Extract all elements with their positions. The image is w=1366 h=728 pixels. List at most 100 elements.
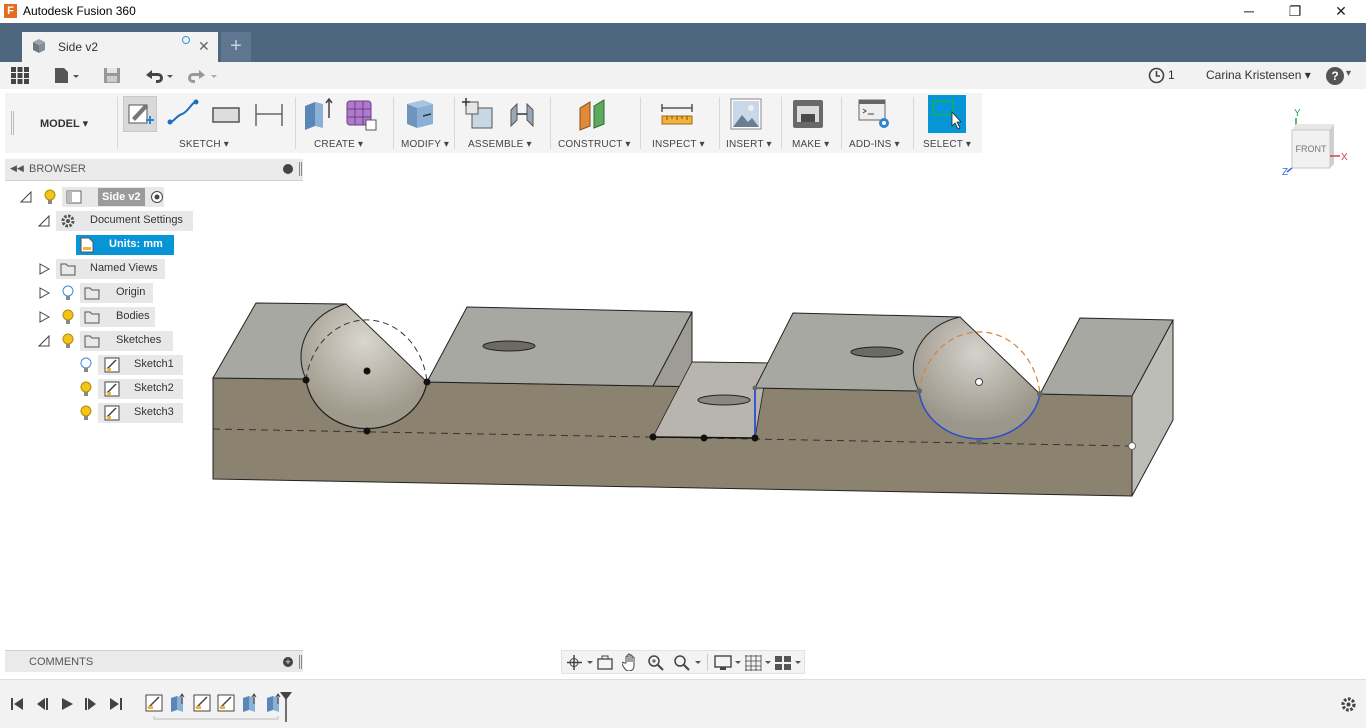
maximize-button[interactable]: ❐: [1272, 0, 1318, 23]
add-comment-icon[interactable]: +: [283, 657, 293, 667]
window-select-icon[interactable]: [928, 95, 966, 133]
modify-group-label[interactable]: MODIFY ▾: [401, 139, 449, 150]
display-settings-icon[interactable]: [714, 654, 742, 671]
collapse-arrow-icon[interactable]: [38, 335, 50, 347]
addins-group-label[interactable]: ADD-INS ▾: [849, 139, 900, 150]
minimize-button[interactable]: ─: [1226, 0, 1272, 23]
browser-item-units[interactable]: Units: mm: [76, 235, 174, 255]
job-count[interactable]: 1: [1168, 68, 1175, 82]
workspace-switcher[interactable]: MODEL ▾: [40, 117, 88, 130]
scripts-addins-icon[interactable]: [858, 96, 892, 132]
create-group-label[interactable]: CREATE ▾: [314, 139, 363, 150]
offset-plane-icon[interactable]: [576, 96, 610, 132]
help-icon[interactable]: ?: [1326, 67, 1344, 85]
expand-arrow-icon[interactable]: [38, 263, 50, 275]
measure-icon[interactable]: [660, 96, 694, 132]
sketch1-label: Sketch1: [134, 358, 174, 370]
timeline-step-forward-icon[interactable]: [84, 697, 98, 711]
save-icon[interactable]: [103, 67, 121, 84]
collapse-arrow-icon[interactable]: [38, 215, 50, 227]
hole-slot[interactable]: [697, 394, 751, 406]
data-panel-grid-icon[interactable]: [11, 67, 29, 84]
browser-grip-handle[interactable]: [299, 162, 302, 176]
document-tab[interactable]: Side v2 ✕: [22, 32, 218, 62]
joint-icon[interactable]: [505, 96, 539, 132]
visibility-bulb-icon[interactable]: [44, 189, 56, 205]
timeline-step-back-icon[interactable]: [35, 697, 49, 711]
undo-icon[interactable]: [143, 67, 175, 84]
sketch-dimension-icon[interactable]: [252, 96, 286, 132]
construct-group-label[interactable]: CONSTRUCT ▾: [558, 139, 631, 150]
browser-item-sketches[interactable]: Sketches: [38, 331, 173, 351]
make-group-label[interactable]: MAKE ▾: [792, 139, 829, 150]
browser-minimize-icon[interactable]: [283, 164, 293, 174]
spline-icon[interactable]: [166, 96, 200, 132]
help-caret-icon[interactable]: ▾: [1346, 68, 1351, 79]
expand-arrow-icon[interactable]: [38, 311, 50, 323]
expand-arrow-icon[interactable]: [38, 287, 50, 299]
visibility-bulb-icon[interactable]: [62, 333, 74, 349]
new-tab-button[interactable]: +: [221, 32, 251, 62]
grid-snaps-icon[interactable]: [744, 654, 772, 671]
browser-item-origin[interactable]: Origin: [38, 283, 153, 303]
fit-zoom-icon[interactable]: [672, 654, 702, 671]
collapse-arrow-icon[interactable]: [20, 191, 32, 203]
document-cube-icon: [33, 39, 45, 53]
visibility-bulb-icon[interactable]: [80, 381, 92, 397]
comments-panel-header[interactable]: COMMENTS +: [5, 650, 303, 672]
orbit-icon[interactable]: [566, 654, 594, 671]
look-at-icon[interactable]: [596, 654, 614, 671]
redo-icon[interactable]: [187, 67, 219, 84]
browser-item-root[interactable]: Side v2: [20, 187, 180, 207]
browser-item-sketch3[interactable]: Sketch3: [80, 403, 183, 423]
3d-print-icon[interactable]: [791, 96, 825, 132]
model-viewport[interactable]: [200, 290, 1190, 510]
file-menu-icon[interactable]: [53, 67, 81, 84]
z-axis-label: Z: [1282, 167, 1288, 176]
ribbon-grip-handle[interactable]: [11, 111, 14, 135]
rectangle-icon[interactable]: [209, 96, 243, 132]
visibility-bulb-icon[interactable]: [62, 309, 74, 325]
browser-item-named-views[interactable]: Named Views: [38, 259, 165, 279]
ribbon-separator: [913, 97, 914, 149]
timeline-settings-gear-icon[interactable]: [1340, 696, 1357, 713]
close-tab-button[interactable]: ✕: [198, 38, 210, 55]
inspect-group-label[interactable]: INSPECT ▾: [652, 139, 705, 150]
browser-item-document-settings[interactable]: Document Settings: [38, 211, 193, 231]
sketch-group-label[interactable]: SKETCH ▾: [179, 139, 229, 150]
press-pull-icon[interactable]: [403, 96, 437, 132]
activate-component-radio-icon[interactable]: [150, 190, 164, 204]
visibility-bulb-off-icon[interactable]: [80, 357, 92, 373]
extrude-icon[interactable]: [301, 96, 335, 132]
form-create-icon[interactable]: [344, 96, 378, 132]
timeline-features[interactable]: [145, 692, 295, 722]
job-status-clock-icon[interactable]: [1148, 67, 1165, 84]
units-label: Units: mm: [109, 238, 163, 250]
visibility-bulb-icon[interactable]: [80, 405, 92, 421]
body-top-face-mid-left[interactable]: [426, 306, 693, 387]
browser-item-bodies[interactable]: Bodies: [38, 307, 155, 327]
hole-left[interactable]: [482, 340, 536, 352]
timeline-play-icon[interactable]: [60, 697, 74, 711]
zoom-icon[interactable]: [647, 654, 665, 671]
user-account-menu[interactable]: Carina Kristensen ▾: [1206, 68, 1311, 82]
viewports-icon[interactable]: [774, 654, 802, 671]
insert-canvas-icon[interactable]: [729, 96, 763, 132]
visibility-bulb-off-icon[interactable]: [62, 285, 74, 301]
create-sketch-icon[interactable]: [123, 96, 157, 132]
close-window-button[interactable]: ✕: [1318, 0, 1364, 23]
assemble-group-label[interactable]: ASSEMBLE ▾: [468, 139, 532, 150]
select-group-label[interactable]: SELECT ▾: [923, 139, 971, 150]
hole-right[interactable]: [850, 346, 904, 358]
browser-item-sketch1[interactable]: Sketch1: [80, 355, 183, 375]
timeline-end-icon[interactable]: [109, 697, 123, 711]
collapse-browser-icon[interactable]: ◀◀: [10, 163, 24, 174]
new-component-icon[interactable]: [462, 96, 496, 132]
pan-hand-icon[interactable]: [622, 653, 639, 671]
browser-panel-header[interactable]: ◀◀ BROWSER: [5, 159, 303, 181]
insert-group-label[interactable]: INSERT ▾: [726, 139, 772, 150]
comments-grip-handle[interactable]: [299, 655, 302, 669]
browser-item-sketch2[interactable]: Sketch2: [80, 379, 183, 399]
viewcube[interactable]: Y FRONT X Z: [1282, 104, 1352, 176]
timeline-start-icon[interactable]: [10, 697, 24, 711]
